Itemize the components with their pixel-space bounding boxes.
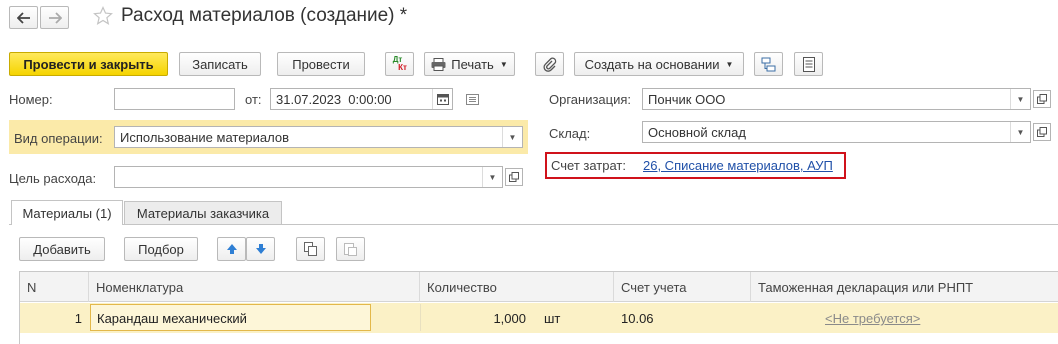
paste-icon [344, 243, 357, 256]
date-value: 31.07.2023 0:00:00 [276, 92, 392, 107]
print-button[interactable]: Печать ▼ [424, 52, 515, 76]
tab-materials[interactable]: Материалы (1) [11, 200, 123, 225]
move-up-button[interactable] [217, 237, 246, 261]
paste-button[interactable] [336, 237, 365, 261]
materials-table: N Номенклатура Количество Счет учета Там… [19, 271, 1058, 344]
post-and-close-button[interactable]: Провести и закрыть [9, 52, 168, 76]
operation-value: Использование материалов [120, 130, 290, 145]
chevron-down-icon[interactable]: ▼ [482, 167, 502, 187]
move-down-button[interactable] [246, 237, 275, 261]
tab-customer-materials[interactable]: Материалы заказчика [124, 201, 282, 224]
table-header: N Номенклатура Количество Счет учета Там… [20, 272, 1058, 302]
cost-account-label: Счет затрат: [551, 158, 626, 173]
number-label: Номер: [9, 92, 53, 107]
cost-account-link[interactable]: 26, Списание материалов, АУП [643, 158, 833, 173]
arrow-left-icon [16, 11, 30, 24]
operation-label: Вид операции: [14, 131, 103, 146]
arrow-right-icon [48, 11, 62, 24]
open-icon[interactable] [1033, 123, 1051, 141]
unit-value[interactable]: шт [537, 303, 597, 333]
item-value: Карандаш механический [97, 311, 247, 326]
chevron-down-icon[interactable]: ▼ [1010, 89, 1030, 109]
column-header-customs[interactable]: Таможенная декларация или РНПТ [751, 272, 1058, 302]
add-button[interactable]: Добавить [19, 237, 105, 261]
chevron-down-icon[interactable]: ▼ [1010, 122, 1030, 142]
tab-strip-line [9, 224, 1058, 225]
customs-link[interactable]: <Не требуется> [818, 303, 1018, 333]
favorite-star-icon[interactable] [93, 6, 115, 28]
item-cell[interactable]: Карандаш механический [90, 304, 371, 331]
hierarchy-icon [761, 57, 776, 71]
paperclip-icon [542, 57, 556, 72]
report-button[interactable] [794, 52, 823, 76]
organization-label: Организация: [549, 92, 632, 107]
row-number: 1 [74, 311, 82, 326]
purpose-label: Цель расхода: [9, 171, 97, 186]
date-field[interactable]: 31.07.2023 0:00:00 [270, 88, 453, 110]
operation-field[interactable]: Использование материалов ▼ [114, 126, 523, 148]
structure-button[interactable] [754, 52, 783, 76]
organization-value: Пончик ООО [648, 92, 726, 107]
chevron-down-icon: ▼ [725, 59, 734, 69]
column-header-account[interactable]: Счет учета [614, 272, 751, 302]
column-header-n[interactable]: N [20, 272, 89, 302]
back-button[interactable] [9, 6, 38, 29]
create-based-on-label: Создать на основании [584, 56, 720, 72]
arrow-up-icon [226, 244, 237, 254]
chevron-down-icon[interactable]: ▼ [502, 127, 522, 147]
organization-field[interactable]: Пончик ООО ▼ [642, 88, 1031, 110]
arrow-down-icon [255, 244, 266, 254]
open-icon[interactable] [505, 168, 523, 186]
quantity-value[interactable]: 1,000 [420, 303, 533, 333]
column-header-quantity[interactable]: Количество [420, 272, 614, 302]
forward-button[interactable] [40, 6, 69, 29]
dt-kt-button[interactable]: Дт Кт [385, 52, 414, 76]
kt-label: Кт [398, 63, 407, 72]
calendar-icon[interactable] [432, 89, 452, 109]
warehouse-value: Основной склад [648, 125, 746, 140]
column-header-item[interactable]: Номенклатура [89, 272, 420, 302]
printer-icon [431, 57, 446, 71]
table-row[interactable]: 1 Карандаш механический 1,000 шт 10.06 <… [20, 303, 1058, 333]
save-button[interactable]: Записать [179, 52, 261, 76]
open-icon[interactable] [1033, 90, 1051, 108]
create-based-on-button[interactable]: Создать на основании ▼ [574, 52, 744, 76]
comment-icon[interactable] [466, 93, 479, 108]
document-icon [802, 56, 815, 72]
chevron-down-icon: ▼ [499, 59, 508, 69]
print-label: Печать [451, 56, 494, 72]
number-field[interactable] [114, 88, 235, 110]
pick-button[interactable]: Подбор [124, 237, 198, 261]
copy-button[interactable] [296, 237, 325, 261]
page-title: Расход материалов (создание) * [121, 5, 408, 26]
attachment-button[interactable] [535, 52, 564, 76]
warehouse-field[interactable]: Основной склад ▼ [642, 121, 1031, 143]
post-button[interactable]: Провести [277, 52, 365, 76]
copy-icon [304, 242, 317, 256]
purpose-field[interactable]: ▼ [114, 166, 503, 188]
account-value[interactable]: 10.06 [614, 303, 751, 333]
date-label: от: [245, 92, 262, 107]
warehouse-label: Склад: [549, 126, 591, 141]
